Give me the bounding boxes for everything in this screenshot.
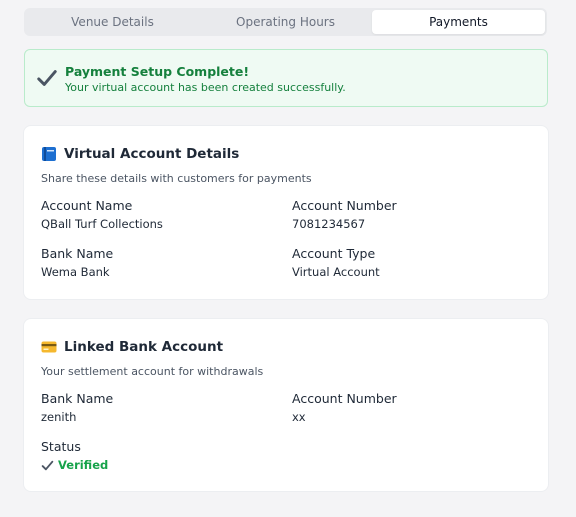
linked-account-card: Linked Bank Account Your settlement acco… bbox=[24, 319, 548, 491]
status-value: Verified bbox=[58, 458, 109, 472]
linked-bank-name-label: Bank Name bbox=[41, 391, 114, 406]
tab-payments[interactable]: Payments bbox=[372, 10, 545, 34]
linked-account-number-label: Account Number bbox=[292, 391, 397, 406]
linked-account-number-value: xx bbox=[292, 410, 306, 424]
status-badge: Verified bbox=[41, 458, 108, 472]
alert-title: Payment Setup Complete! bbox=[65, 64, 250, 79]
account-type-field: Account Type Virtual Account bbox=[292, 246, 380, 279]
account-name-label: Account Name bbox=[41, 198, 133, 213]
tab-bar: Venue Details Operating Hours Payments bbox=[24, 8, 547, 36]
status-field: Status Verified bbox=[41, 439, 108, 472]
tab-operating-hours[interactable]: Operating Hours bbox=[199, 10, 372, 34]
linked-account-number-field: Account Number xx bbox=[292, 391, 397, 424]
blue-book-icon bbox=[42, 147, 56, 161]
virtual-account-title: Virtual Account Details bbox=[64, 146, 240, 162]
linked-bank-name-value: zenith bbox=[41, 410, 77, 424]
virtual-account-subtitle: Share these details with customers for p… bbox=[41, 172, 312, 185]
linked-bank-name-field: Bank Name zenith bbox=[41, 391, 113, 424]
account-name-value: QBall Turf Collections bbox=[41, 217, 163, 231]
account-number-field: Account Number 7081234567 bbox=[292, 198, 397, 231]
account-name-field: Account Name QBall Turf Collections bbox=[41, 198, 163, 231]
alert-message: Your virtual account has been created su… bbox=[65, 81, 346, 94]
linked-account-title: Linked Bank Account bbox=[64, 339, 224, 355]
status-label: Status bbox=[41, 439, 81, 454]
virtual-account-header: Virtual Account Details bbox=[41, 146, 239, 162]
checkmark-icon bbox=[37, 70, 57, 86]
virtual-account-card: Virtual Account Details Share these deta… bbox=[24, 126, 548, 299]
success-alert: Payment Setup Complete! Your virtual acc… bbox=[24, 49, 548, 107]
account-type-value: Virtual Account bbox=[292, 265, 380, 279]
bank-name-field: Bank Name Wema Bank bbox=[41, 246, 113, 279]
bank-name-label: Bank Name bbox=[41, 246, 114, 261]
credit-card-icon bbox=[41, 341, 57, 353]
tab-venue-details[interactable]: Venue Details bbox=[26, 10, 199, 34]
checkmark-icon bbox=[41, 460, 54, 470]
bank-name-value: Wema Bank bbox=[41, 265, 110, 279]
account-number-label: Account Number bbox=[292, 198, 397, 213]
linked-account-subtitle: Your settlement account for withdrawals bbox=[41, 365, 264, 378]
account-number-value: 7081234567 bbox=[292, 217, 366, 231]
linked-account-header: Linked Bank Account bbox=[41, 339, 223, 355]
account-type-label: Account Type bbox=[292, 246, 376, 261]
